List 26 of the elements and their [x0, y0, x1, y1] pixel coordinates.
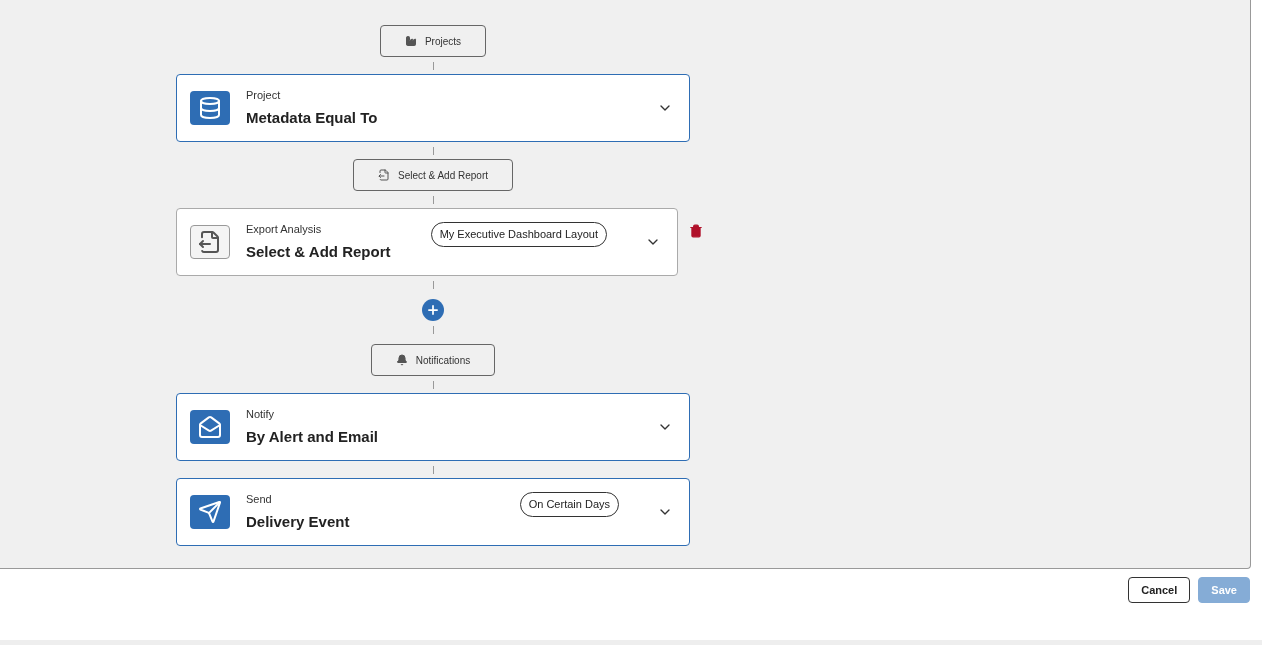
plus-icon	[426, 303, 440, 317]
step-title: Metadata Equal To	[246, 108, 379, 128]
step-title: Select & Add Report	[246, 242, 392, 262]
step-caption: Notify	[246, 406, 276, 422]
step-card[interactable]: Notify By Alert and Email	[176, 393, 690, 461]
step-title: By Alert and Email	[246, 427, 379, 447]
step-card[interactable]: Export Analysis Select & Add Report My Executive Dashboard Layout	[176, 208, 678, 276]
step-caption: Send	[246, 491, 273, 507]
section-button[interactable]: Projects	[379, 25, 487, 57]
cancel-button[interactable]: Cancel	[1128, 577, 1191, 603]
delete-button[interactable]	[689, 224, 703, 238]
file-export-icon	[190, 225, 230, 259]
envelope-icon	[190, 410, 230, 444]
add-step-button[interactable]	[422, 299, 444, 321]
step-title: Delivery Event	[246, 512, 351, 532]
step-card[interactable]: Project Metadata Equal To	[176, 74, 690, 142]
file-export-icon	[377, 169, 390, 181]
step-caption: Project	[246, 87, 282, 103]
factory-icon	[404, 35, 417, 47]
paper-plane-icon	[190, 495, 230, 529]
bell-icon	[395, 354, 408, 366]
section-button[interactable]: Notifications	[370, 344, 496, 376]
step-card[interactable]: Send Delivery Event On Certain Days	[176, 478, 690, 546]
step-caption: Export Analysis	[246, 221, 323, 237]
database-icon	[190, 91, 230, 125]
section-button[interactable]: Select & Add Report	[352, 159, 514, 191]
